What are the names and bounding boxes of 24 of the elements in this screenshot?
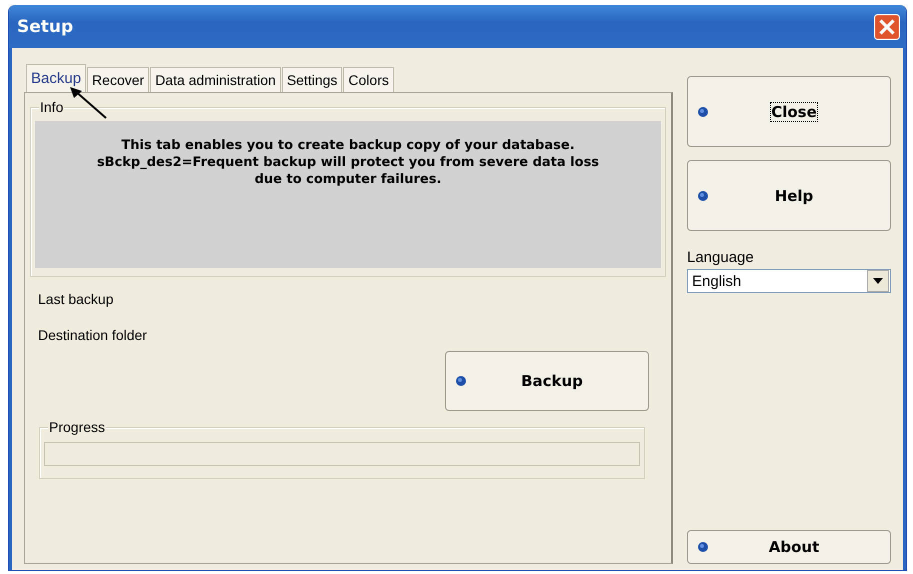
led-icon	[698, 106, 708, 116]
field-label: Destination folder	[38, 327, 148, 345]
window-title: Setup	[17, 16, 74, 36]
dropdown-arrow-icon	[873, 278, 883, 284]
tab[interactable]: Colors	[343, 67, 394, 92]
tab[interactable]: Settings	[282, 67, 342, 92]
info-text: This tab enables you to create backup copy of your database. sBckp_des2=Frequent backup will protect you from severe data loss due to computer failures.	[35, 121, 661, 268]
group-title: Progress	[48, 419, 106, 435]
help-button[interactable]: Help	[687, 160, 891, 231]
field-label: Last backup	[38, 291, 114, 309]
led-icon	[698, 542, 708, 552]
close-button[interactable]: Close	[687, 76, 891, 147]
language-dropdown[interactable]: English	[687, 269, 891, 293]
language-label: Language	[687, 249, 755, 266]
about-button[interactable]: About	[687, 530, 891, 564]
tab[interactable]: Recover	[87, 67, 150, 92]
backup-button[interactable]: Backup	[445, 351, 649, 411]
arrow-icon	[68, 86, 108, 120]
tab[interactable]: Data administration	[150, 67, 281, 92]
group-title: Info	[39, 99, 64, 115]
close-icon[interactable]	[874, 14, 900, 40]
led-icon	[456, 376, 466, 386]
led-icon	[698, 190, 708, 200]
tab[interactable]: Backup	[26, 64, 86, 92]
